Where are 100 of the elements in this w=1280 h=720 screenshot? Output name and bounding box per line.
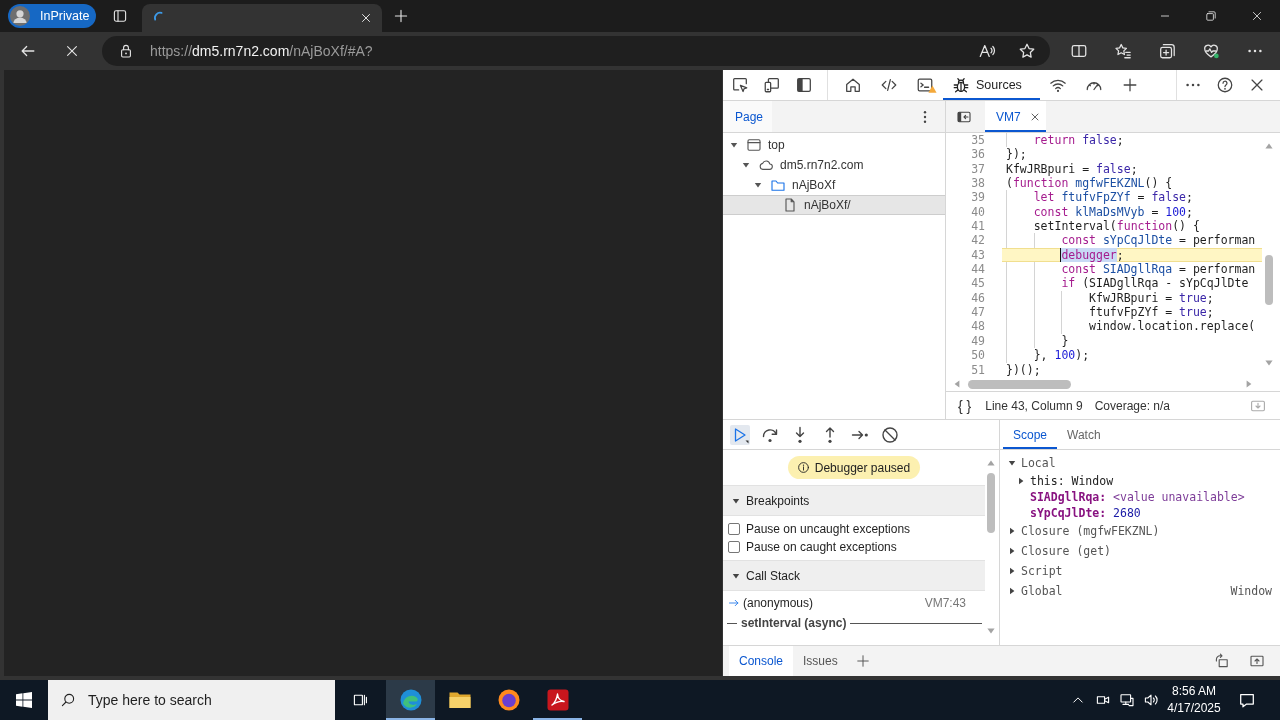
device-icon[interactable] — [763, 76, 781, 94]
lock-icon[interactable] — [118, 43, 134, 59]
tree-item[interactable]: nAjBoXf/ — [723, 195, 945, 215]
help-icon[interactable] — [1216, 76, 1234, 94]
caret-right-icon[interactable] — [1008, 547, 1016, 555]
line-number: 41 — [970, 219, 985, 234]
tree-item[interactable]: top — [723, 135, 945, 155]
scrollbar-thumb[interactable] — [986, 473, 995, 533]
caret-down-icon[interactable] — [730, 141, 738, 149]
restore-icon[interactable] — [1205, 10, 1217, 22]
notification-icon[interactable] — [1238, 691, 1256, 709]
close-icon[interactable] — [359, 11, 373, 25]
split-screen-icon[interactable] — [1070, 42, 1088, 60]
sidebar-tab[interactable]: Watch — [1057, 420, 1111, 449]
taskbar-button[interactable] — [386, 680, 435, 720]
caret-down-icon[interactable] — [754, 181, 762, 189]
code-line: } — [1061, 333, 1069, 349]
code-line: debugger; — [1061, 247, 1124, 263]
scope-property[interactable]: SIADgllRqa: <value unavailable> — [1030, 490, 1245, 504]
line-number: 48 — [970, 319, 985, 334]
line-number: 42 — [970, 233, 985, 248]
async-label: setInterval (async) — [741, 616, 847, 630]
pretty-print-button[interactable]: { } — [958, 398, 972, 414]
tree-item[interactable]: nAjBoXf — [723, 175, 945, 195]
checkbox[interactable] — [728, 523, 740, 535]
avatar-icon — [10, 6, 30, 26]
collections-icon[interactable] — [1158, 42, 1176, 60]
stop-icon[interactable] — [64, 43, 80, 59]
address-field[interactable]: https://dm5.rn7n2.com/nAjBoXf/#A? — [102, 36, 1050, 66]
scope-section[interactable]: Script — [1021, 564, 1063, 578]
line-number: 46 — [970, 290, 985, 306]
line-number: 45 — [970, 276, 985, 291]
resume-icon[interactable] — [730, 424, 750, 445]
tree-item[interactable]: dm5.rn7n2.com — [723, 155, 945, 175]
caret-right-icon[interactable] — [1008, 527, 1016, 535]
caret-right-icon[interactable] — [1008, 587, 1016, 595]
code-line: }, 100); — [1033, 348, 1090, 363]
scope-property[interactable]: sYpCqJlDte: 2680 — [1030, 506, 1141, 520]
console-icon — [916, 76, 934, 94]
scope-section[interactable]: Closure (mgfwFEKZNL) — [1021, 524, 1160, 538]
checkbox-label: Pause on uncaught exceptions — [746, 522, 911, 536]
paused-message: Debugger paused — [814, 460, 911, 475]
code-line: const SIADgllRqa = performan — [1061, 262, 1256, 277]
profile-button[interactable]: InPrivate — [8, 4, 96, 28]
favorite-star-icon[interactable] — [1018, 42, 1036, 60]
vertical-tabs-icon[interactable] — [112, 8, 128, 24]
frame-name[interactable]: (anonymous) — [743, 596, 814, 610]
code-icon — [880, 76, 898, 94]
sidebar-tab[interactable]: Scope — [1003, 420, 1058, 449]
network-icon[interactable] — [1119, 692, 1135, 708]
line-number: 35 — [970, 133, 985, 148]
file-tab[interactable]: VM7 — [985, 101, 1046, 132]
checkbox[interactable] — [728, 541, 740, 553]
code-line: let ftufvFpZYf = false; — [1033, 190, 1193, 205]
new-tab-icon[interactable] — [393, 8, 409, 24]
checkbox-label: Pause on caught exceptions — [746, 540, 897, 554]
scrollbar-thumb[interactable] — [968, 379, 1071, 389]
frame-location: VM7:43 — [924, 596, 966, 610]
circle-slash-icon[interactable] — [880, 424, 900, 445]
bug-icon — [952, 76, 970, 94]
navigator-tab[interactable]: Page — [723, 101, 773, 132]
inspect-icon[interactable] — [731, 76, 749, 94]
line-number: 37 — [970, 161, 985, 177]
scope-property[interactable]: this: Window — [1030, 474, 1114, 488]
caret-down-icon[interactable] — [1008, 459, 1016, 467]
section-header[interactable]: Call Stack — [723, 560, 985, 591]
cloud-icon — [758, 157, 774, 173]
clock-date[interactable]: 4/17/2025 — [1167, 700, 1221, 717]
task-view-icon[interactable] — [352, 692, 368, 708]
caret-down-icon[interactable] — [742, 161, 750, 169]
code-line: ftufvFpZYf = true; — [1089, 305, 1214, 320]
line-number: 44 — [970, 262, 985, 277]
read-aloud-icon[interactable] — [978, 42, 996, 60]
drawer-tab[interactable]: Console — [729, 646, 794, 676]
start-icon[interactable] — [16, 692, 32, 708]
caret-right-icon[interactable] — [1008, 567, 1016, 575]
box-arrow-up-icon[interactable] — [1249, 653, 1265, 669]
rotate-box-icon[interactable] — [1214, 653, 1230, 669]
scope-section[interactable]: Global — [1021, 584, 1063, 598]
code-line: setInterval(function() { — [1033, 219, 1200, 234]
dock-side-icon[interactable] — [795, 76, 813, 94]
close-icon[interactable] — [1251, 10, 1263, 22]
code-line: const klMaDsMVyb = 100; — [1033, 204, 1193, 220]
caret-down-icon[interactable] — [732, 571, 740, 580]
speaker-icon[interactable] — [1143, 692, 1159, 708]
scope-section[interactable]: Closure (get) — [1021, 544, 1111, 558]
scope-section[interactable]: Local — [1021, 456, 1056, 470]
caret-right-icon[interactable] — [1017, 477, 1025, 485]
search-field[interactable]: Type here to search — [48, 680, 335, 720]
clock-time[interactable]: 8:56 AM — [1172, 683, 1216, 700]
heart-pulse-icon[interactable] — [1202, 42, 1220, 60]
code-line: KfwJRBpuri = true; — [1089, 290, 1214, 306]
section-header[interactable]: Breakpoints — [723, 485, 985, 516]
favorites-icon[interactable] — [1114, 42, 1132, 60]
scrollbar-thumb[interactable] — [1265, 255, 1273, 305]
file-icon — [782, 197, 798, 213]
drawer-tab[interactable]: Issues — [793, 646, 848, 676]
line-number: 40 — [970, 204, 985, 220]
window-icon — [746, 137, 762, 153]
caret-down-icon[interactable] — [732, 496, 740, 505]
